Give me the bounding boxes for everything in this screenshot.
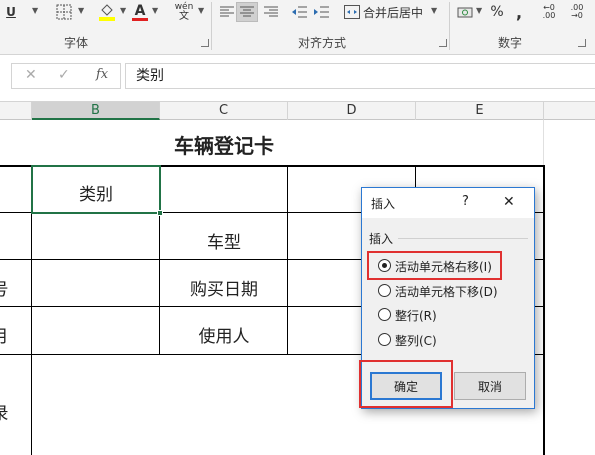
option-entire-column-label[interactable]: 整列(C) [395, 332, 437, 349]
phonetic-button[interactable]: wén 文 [172, 2, 196, 22]
comma-style-button[interactable]: , [512, 2, 526, 22]
radio-shift-down[interactable] [378, 284, 391, 297]
close-icon[interactable]: ✕ [503, 194, 515, 210]
align-center-button[interactable] [236, 2, 258, 22]
highlight-ok-button [359, 360, 453, 408]
merge-center-icon [344, 5, 360, 19]
highlight-shift-right [367, 251, 502, 280]
option-shift-down-label[interactable]: 活动单元格下移(D) [395, 283, 498, 300]
decrease-decimal-button[interactable]: .00 →0 [566, 2, 588, 22]
sheet-title: 车辆登记卡 [174, 134, 274, 158]
underline-button[interactable]: U [2, 2, 20, 22]
align-left-icon [220, 6, 234, 17]
column-header-bar: B C D E [0, 101, 595, 120]
cell-c-purchase-date: 购买日期 [190, 280, 258, 300]
column-header-b[interactable]: B [32, 102, 160, 120]
chevron-down-icon[interactable]: ▼ [198, 6, 204, 15]
font-group-label: 字体 [64, 36, 89, 50]
number-group-label: 数字 [498, 36, 523, 50]
option-entire-row-label[interactable]: 整行(R) [395, 307, 437, 324]
align-right-button[interactable] [260, 2, 282, 22]
accounting-format-button[interactable] [455, 2, 475, 22]
help-button[interactable]: ? [462, 194, 469, 209]
fill-handle[interactable] [157, 210, 163, 216]
cell-a-partial-month: 月 [0, 322, 10, 347]
column-header-a[interactable] [0, 102, 32, 120]
insert-function-button[interactable]: fx [96, 67, 108, 82]
phonetic-bottom: 文 [179, 11, 189, 22]
font-color-swatch [132, 17, 148, 21]
accounting-icon [457, 7, 473, 18]
merge-center-label: 合并后居中 [363, 5, 424, 20]
decrease-indent-button[interactable] [288, 2, 310, 22]
increase-decimal-button[interactable]: ←0 .00 [538, 2, 560, 22]
insert-dialog: 插入 ? ✕ 插入 活动单元格右移(I) 活动单元格下移(D) 整行(R) 整列… [359, 187, 535, 409]
formula-input[interactable]: 类别 [125, 63, 595, 89]
alignment-group-label: 对齐方式 [298, 36, 347, 50]
table-border [543, 165, 545, 455]
radio-entire-column[interactable] [378, 333, 391, 346]
cell-c-vehicle-model: 车型 [207, 233, 241, 253]
section-divider [398, 238, 528, 239]
align-center-icon [240, 6, 254, 17]
cell-b-category: 类别 [79, 185, 113, 205]
dialog-title: 插入 [371, 197, 396, 211]
chevron-down-icon[interactable]: ▼ [120, 6, 126, 15]
align-left-button[interactable] [216, 2, 238, 22]
group-separator [449, 2, 450, 50]
formula-buttons: ✕ ✓ fx [11, 63, 121, 89]
column-header-c[interactable]: C [160, 102, 288, 120]
cell-c-user: 使用人 [198, 327, 250, 347]
column-header-e[interactable]: E [416, 102, 544, 120]
decrease-indent-icon [292, 6, 307, 18]
chevron-down-icon[interactable]: ▼ [152, 6, 158, 15]
column-header-d[interactable]: D [288, 102, 416, 120]
enter-icon[interactable]: ✓ [58, 67, 70, 83]
alignment-dialog-launcher[interactable] [439, 39, 447, 47]
chevron-down-icon[interactable]: ▼ [78, 6, 84, 15]
fill-color-button[interactable] [96, 2, 118, 22]
paint-bucket-icon [99, 4, 115, 21]
number-dialog-launcher[interactable] [578, 39, 586, 47]
group-separator [211, 2, 212, 50]
font-color-letter: A [134, 2, 146, 19]
align-right-icon [264, 6, 278, 17]
font-color-button[interactable]: A [130, 2, 150, 22]
merge-center-button[interactable]: 合并后居中 [344, 2, 428, 22]
chevron-down-icon[interactable]: ▼ [431, 6, 437, 15]
cancel-button[interactable]: 取消 [454, 372, 526, 400]
font-dialog-launcher[interactable] [201, 39, 209, 47]
dialog-title-bar: 插入 ? ✕ [362, 188, 534, 218]
borders-button[interactable] [54, 2, 74, 22]
decrease-decimal-bottom: →0 [571, 11, 583, 20]
dialog-section-label: 插入 [369, 232, 394, 246]
increase-indent-icon [314, 6, 329, 18]
borders-icon [56, 4, 72, 20]
chevron-down-icon[interactable]: ▼ [32, 6, 38, 15]
ribbon: U ▼ ▼ ▼ A ▼ wén 文 ▼ 字体 合并后居中 ▼ 对齐方式 ▼ % … [0, 0, 595, 55]
cancel-icon[interactable]: ✕ [25, 67, 37, 83]
cell-a-partial-record: 录 [0, 399, 10, 424]
increase-indent-button[interactable] [310, 2, 332, 22]
radio-entire-row[interactable] [378, 308, 391, 321]
percent-button[interactable]: % [489, 2, 505, 22]
increase-decimal-bottom: .00 [542, 11, 556, 20]
chevron-down-icon[interactable]: ▼ [476, 6, 482, 15]
cell-a-partial-number: 号 [0, 275, 10, 300]
